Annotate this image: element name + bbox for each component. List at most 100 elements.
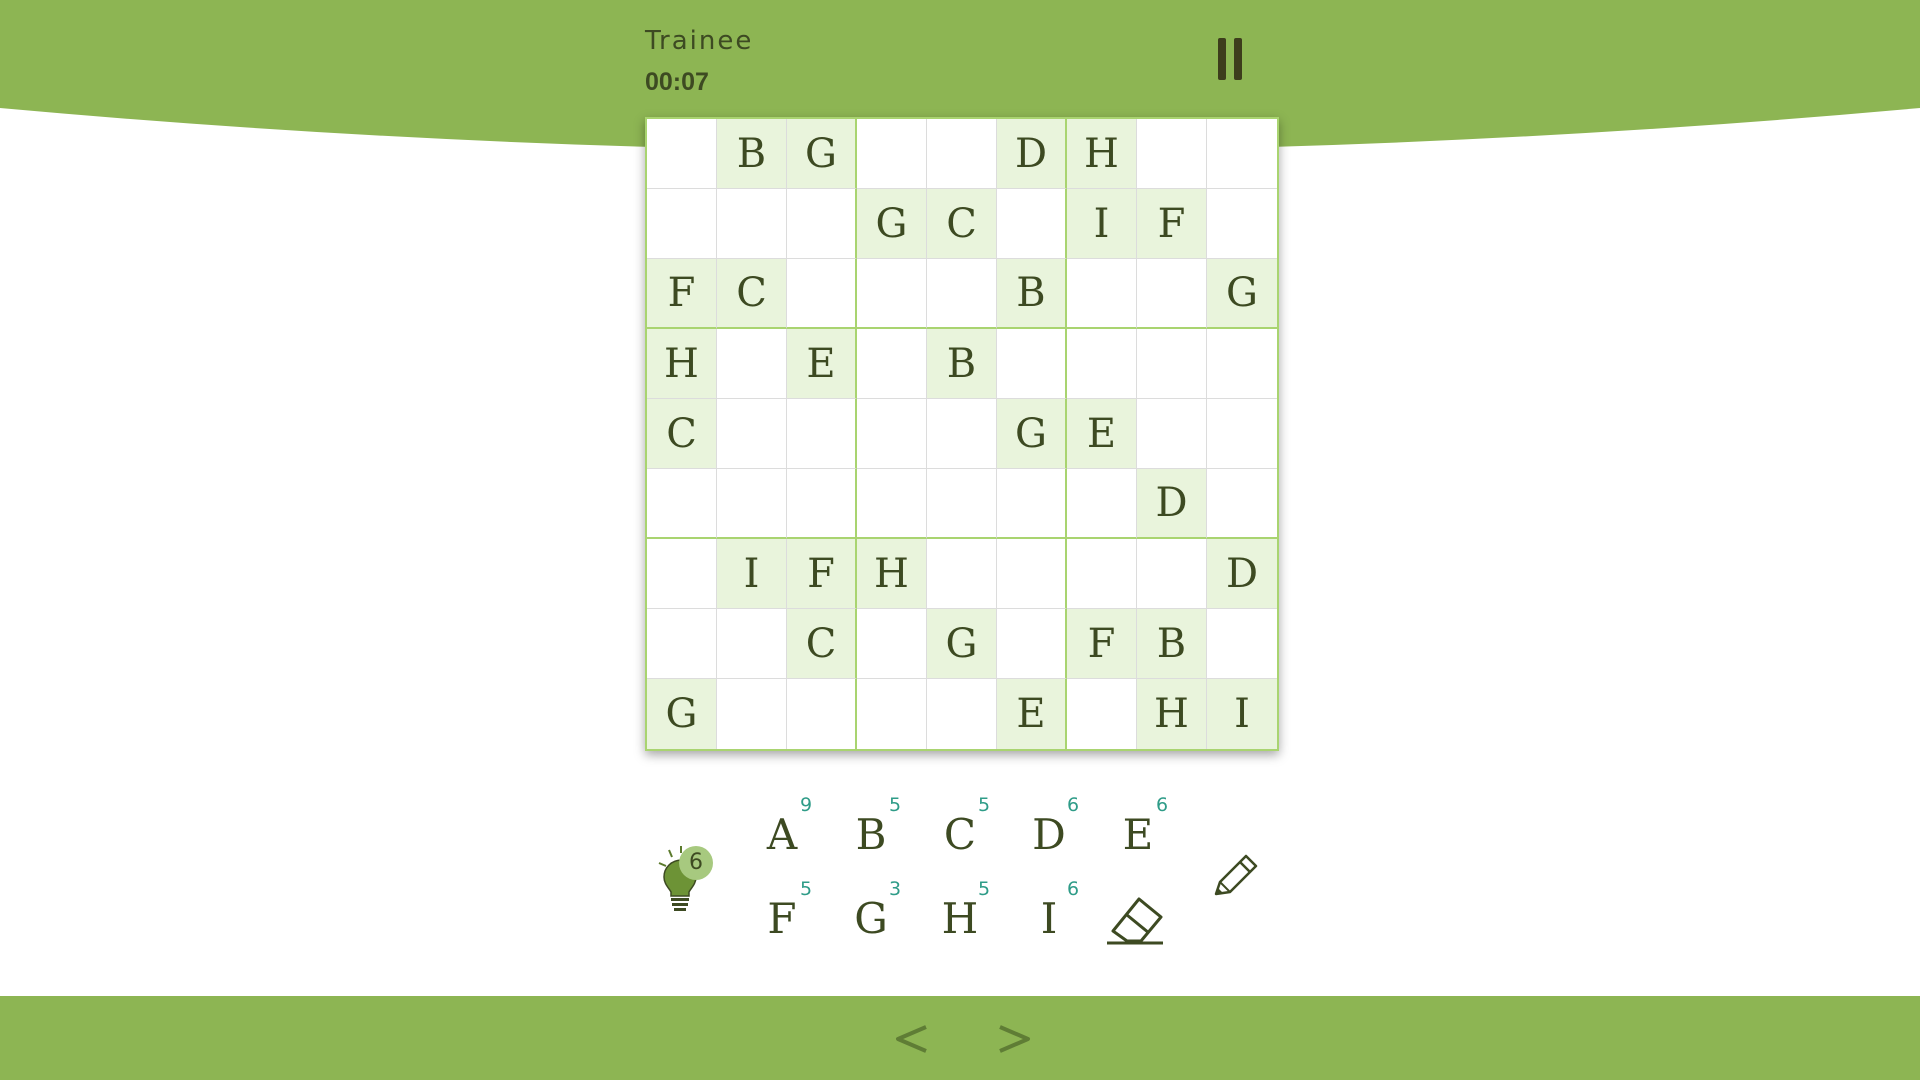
board-cell[interactable]: B — [927, 329, 997, 399]
board-cell[interactable] — [787, 399, 857, 469]
board-cell[interactable]: D — [997, 119, 1067, 189]
board-cell[interactable] — [717, 469, 787, 539]
board-cell[interactable] — [1067, 539, 1137, 609]
board-cell[interactable] — [1067, 329, 1137, 399]
board-cell[interactable] — [857, 119, 927, 189]
board-cell[interactable] — [997, 469, 1067, 539]
board-cell[interactable]: B — [1137, 609, 1207, 679]
board-cell[interactable]: E — [1067, 399, 1137, 469]
board-cell[interactable] — [717, 679, 787, 749]
key-letter: A — [766, 810, 798, 859]
board-cell[interactable]: H — [647, 329, 717, 399]
board-cell[interactable]: D — [1207, 539, 1277, 609]
key-letter: E — [1122, 810, 1154, 859]
board-cell[interactable]: G — [1207, 259, 1277, 329]
board-cell[interactable]: B — [997, 259, 1067, 329]
board-cell[interactable] — [787, 189, 857, 259]
board-cell[interactable]: G — [647, 679, 717, 749]
board-cell[interactable] — [857, 609, 927, 679]
board-cell[interactable] — [1207, 329, 1277, 399]
board-cell[interactable]: F — [1137, 189, 1207, 259]
board-cell[interactable]: F — [647, 259, 717, 329]
board-cell[interactable] — [927, 679, 997, 749]
board-cell[interactable]: C — [717, 259, 787, 329]
letter-key-g[interactable]: G3 — [831, 878, 911, 954]
board-cell[interactable] — [787, 679, 857, 749]
board-cell[interactable] — [1067, 469, 1137, 539]
board-cell[interactable]: E — [997, 679, 1067, 749]
board-cell[interactable] — [787, 469, 857, 539]
board-cell[interactable] — [1207, 469, 1277, 539]
letter-key-c[interactable]: C5 — [920, 794, 1000, 870]
board-cell[interactable] — [927, 259, 997, 329]
eraser-button[interactable] — [1105, 893, 1169, 949]
previous-button[interactable] — [888, 1013, 936, 1063]
board-cell[interactable]: C — [787, 609, 857, 679]
board-cell[interactable] — [647, 609, 717, 679]
board-cell[interactable]: F — [1067, 609, 1137, 679]
board-cell[interactable]: E — [787, 329, 857, 399]
board-cell[interactable] — [647, 189, 717, 259]
board-cell[interactable] — [1137, 259, 1207, 329]
board-cell[interactable] — [857, 679, 927, 749]
board-cell[interactable] — [647, 119, 717, 189]
board-cell[interactable] — [997, 329, 1067, 399]
board-cell[interactable]: G — [787, 119, 857, 189]
letter-key-e[interactable]: E6 — [1098, 794, 1178, 870]
board-cell[interactable] — [717, 609, 787, 679]
board-cell[interactable]: H — [1067, 119, 1137, 189]
board-cell[interactable] — [1207, 189, 1277, 259]
next-button[interactable] — [990, 1013, 1038, 1063]
board-cell[interactable]: B — [717, 119, 787, 189]
letter-key-h[interactable]: H5 — [920, 878, 1000, 954]
board-cell[interactable]: C — [647, 399, 717, 469]
board-cell[interactable] — [1067, 259, 1137, 329]
board-cell[interactable]: D — [1137, 469, 1207, 539]
board-cell[interactable]: H — [1137, 679, 1207, 749]
board-cell[interactable] — [857, 469, 927, 539]
board-cell[interactable] — [1137, 539, 1207, 609]
board-cell[interactable] — [1207, 119, 1277, 189]
board-cell[interactable] — [717, 399, 787, 469]
board-cell[interactable] — [857, 329, 927, 399]
board-cell[interactable]: G — [927, 609, 997, 679]
letter-key-a[interactable]: A9 — [742, 794, 822, 870]
key-remaining-count: 5 — [889, 794, 902, 816]
board-cell[interactable] — [927, 119, 997, 189]
board-cell[interactable] — [1067, 679, 1137, 749]
board-cell[interactable] — [997, 539, 1067, 609]
board-cell[interactable] — [1137, 119, 1207, 189]
board-cell[interactable]: H — [857, 539, 927, 609]
board-cell[interactable] — [647, 539, 717, 609]
board-cell[interactable]: I — [1207, 679, 1277, 749]
chevron-left-icon — [896, 1025, 927, 1053]
board-cell[interactable] — [997, 609, 1067, 679]
board-cell[interactable]: I — [1067, 189, 1137, 259]
board-cell[interactable] — [927, 399, 997, 469]
board-cell[interactable] — [857, 399, 927, 469]
pencil-icon — [1214, 854, 1258, 896]
letter-key-f[interactable]: F5 — [742, 878, 822, 954]
board-cell[interactable] — [717, 189, 787, 259]
board-cell[interactable] — [647, 469, 717, 539]
board-cell[interactable]: C — [927, 189, 997, 259]
board-cell[interactable] — [717, 329, 787, 399]
board-cell[interactable] — [857, 259, 927, 329]
letter-key-d[interactable]: D6 — [1009, 794, 1089, 870]
board-cell[interactable] — [1137, 329, 1207, 399]
board-cell[interactable] — [1207, 609, 1277, 679]
letter-key-i[interactable]: I6 — [1009, 878, 1089, 954]
board-cell[interactable]: G — [857, 189, 927, 259]
board-cell[interactable]: F — [787, 539, 857, 609]
board-cell[interactable] — [1137, 399, 1207, 469]
board-cell[interactable] — [927, 469, 997, 539]
board-cell[interactable]: G — [997, 399, 1067, 469]
board-cell[interactable] — [1207, 399, 1277, 469]
board-cell[interactable] — [787, 259, 857, 329]
pencil-button[interactable] — [1208, 850, 1262, 904]
pause-button[interactable] — [1210, 34, 1250, 84]
board-cell[interactable] — [927, 539, 997, 609]
board-cell[interactable] — [997, 189, 1067, 259]
letter-key-b[interactable]: B5 — [831, 794, 911, 870]
board-cell[interactable]: I — [717, 539, 787, 609]
